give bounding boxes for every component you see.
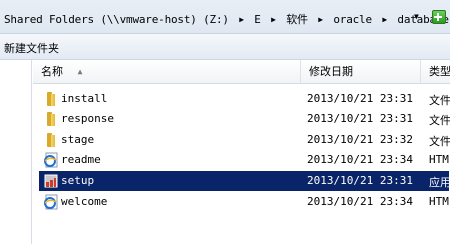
file-row[interactable]: stage 2013/10/21 23:32 文件 — [39, 130, 450, 150]
file-date: 2013/10/21 23:31 — [307, 174, 413, 187]
chevron-down-icon[interactable]: ▼ — [414, 12, 419, 21]
address-bar[interactable]: Shared Folders (\\vmware-host) (Z:) ▶ E … — [0, 0, 450, 34]
file-type: HTML — [429, 195, 450, 208]
breadcrumb-e[interactable]: E — [254, 13, 261, 26]
file-type: 文件 — [429, 135, 450, 148]
triangle-right-icon[interactable]: ▶ — [382, 15, 387, 24]
file-name: stage — [61, 133, 95, 146]
breadcrumb-oracle[interactable]: oracle — [333, 13, 372, 26]
breadcrumb: Shared Folders (\\vmware-host) (Z:) ▶ E … — [4, 11, 449, 27]
triangle-right-icon[interactable]: ▶ — [318, 15, 323, 24]
breadcrumb-shared-folders[interactable]: Shared Folders (\\vmware-host) (Z:) — [4, 13, 229, 26]
file-date: 2013/10/21 23:31 — [307, 112, 413, 125]
breadcrumb-software[interactable]: 软件 — [286, 13, 308, 26]
file-name: response — [61, 112, 114, 125]
file-date: 2013/10/21 23:32 — [307, 133, 413, 146]
column-header-bar: 名称 ▲ 修改日期 类型 — [33, 60, 450, 84]
file-type: HTML — [429, 153, 450, 166]
sort-ascending-icon: ▲ — [77, 67, 83, 76]
html-document-icon — [43, 152, 59, 168]
triangle-right-icon[interactable]: ▶ — [239, 15, 244, 24]
file-type: 应用 — [429, 176, 450, 189]
triangle-right-icon[interactable]: ▶ — [271, 15, 276, 24]
file-row[interactable]: response 2013/10/21 23:31 文件 — [39, 109, 450, 129]
toolbar: 新建文件夹 — [0, 34, 450, 60]
file-date: 2013/10/21 23:31 — [307, 92, 413, 105]
file-row[interactable]: welcome 2013/10/21 23:34 HTML — [39, 192, 450, 212]
go-refresh-icon[interactable] — [432, 10, 446, 24]
column-header-name[interactable]: 名称 ▲ — [33, 60, 301, 84]
application-icon — [43, 173, 59, 189]
column-header-type-label: 类型 — [429, 65, 450, 78]
html-document-icon — [43, 194, 59, 210]
file-row[interactable]: readme 2013/10/21 23:34 HTML — [39, 150, 450, 170]
file-name: setup — [61, 174, 95, 187]
navigation-pane[interactable] — [0, 60, 32, 244]
file-row-selected[interactable]: setup 2013/10/21 23:31 应用 — [39, 171, 450, 191]
column-header-date[interactable]: 修改日期 — [301, 60, 421, 84]
column-header-date-label: 修改日期 — [309, 65, 353, 78]
file-row[interactable]: install 2013/10/21 23:31 文件 — [39, 89, 450, 109]
file-type: 文件 — [429, 94, 450, 107]
file-name: install — [61, 92, 108, 105]
file-type: 文件 — [429, 114, 450, 127]
new-folder-button[interactable]: 新建文件夹 — [4, 40, 59, 56]
column-header-name-label: 名称 — [41, 65, 63, 78]
file-name: welcome — [61, 195, 108, 208]
file-date: 2013/10/21 23:34 — [307, 153, 413, 166]
file-name: readme — [61, 153, 101, 166]
column-header-type[interactable]: 类型 — [421, 60, 450, 84]
file-date: 2013/10/21 23:34 — [307, 195, 413, 208]
